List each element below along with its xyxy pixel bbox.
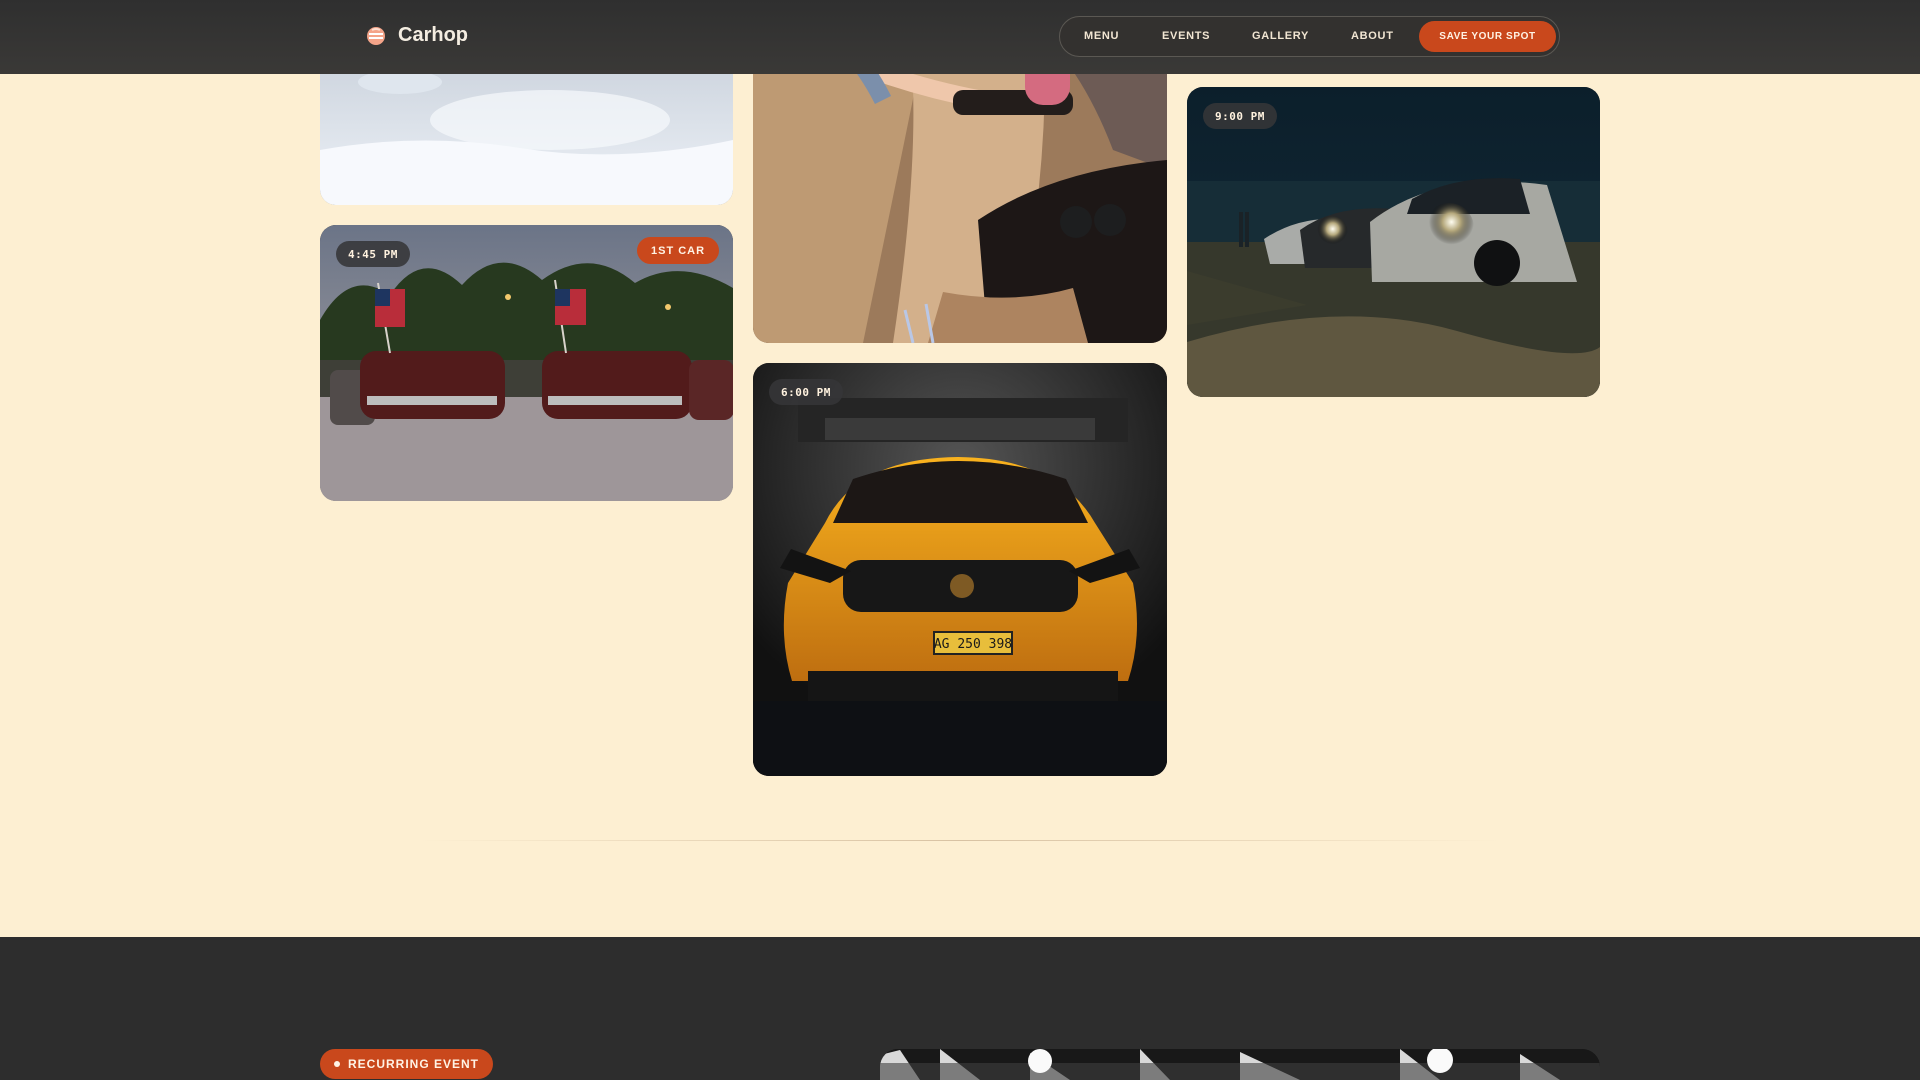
orange-mustang-card[interactable]: AG 250 398 6:00 PM: [753, 363, 1167, 776]
save-your-spot-button[interactable]: SAVE YOUR SPOT: [1419, 21, 1556, 52]
event-photo[interactable]: [880, 1049, 1600, 1080]
recurring-event-label: RECURRING EVENT: [348, 1057, 480, 1071]
night-parking-card[interactable]: 9:00 PM: [1187, 87, 1600, 397]
brand-logo[interactable]: Carhop: [365, 24, 468, 47]
license-plate-text: AG 250 398: [934, 637, 1012, 652]
brand-name: Carhop: [398, 24, 468, 46]
time-chip: 9:00 PM: [1203, 103, 1277, 129]
section-divider: [420, 840, 1500, 841]
nav-gallery[interactable]: GALLERY: [1252, 30, 1309, 42]
time-chip: 6:00 PM: [769, 379, 843, 405]
nav-menu[interactable]: MENU: [1084, 30, 1119, 42]
nav-about[interactable]: ABOUT: [1351, 30, 1394, 42]
recurring-event-section: RECURRING EVENT: [0, 937, 1920, 1080]
time-chip: 4:45 PM: [336, 241, 410, 267]
orange-mustang-photo: AG 250 398: [753, 363, 1167, 776]
badge-dot-icon: [334, 1061, 340, 1067]
recurring-event-badge: RECURRING EVENT: [320, 1049, 494, 1079]
site-header: Carhop MENU EVENTS GALLERY ABOUT SAVE YO…: [0, 0, 1920, 74]
flag-cars-card[interactable]: 4:45 PM 1ST CAR: [320, 225, 733, 501]
logo-icon: [367, 26, 385, 45]
night-parking-photo: [1187, 87, 1600, 397]
main-navigation: MENU EVENTS GALLERY ABOUT SAVE YOUR SPOT: [1059, 16, 1560, 57]
nav-events[interactable]: EVENTS: [1162, 30, 1210, 42]
first-car-tag: 1ST CAR: [637, 237, 720, 264]
event-photo-image: [880, 1049, 1600, 1080]
